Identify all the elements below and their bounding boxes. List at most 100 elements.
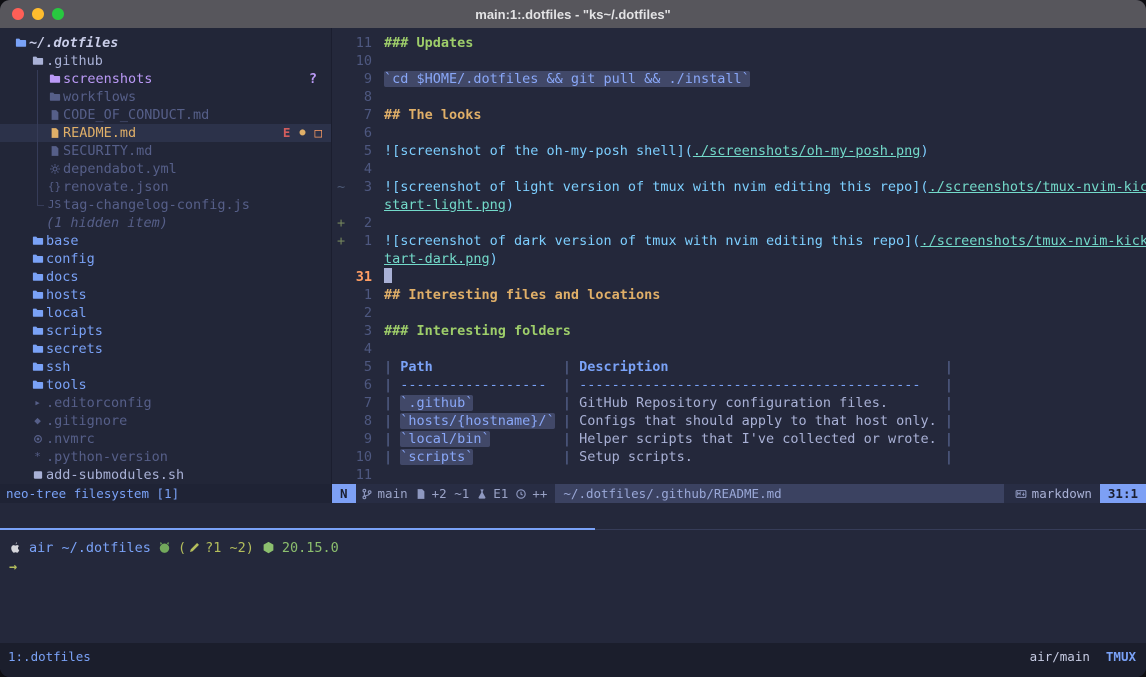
editor-line[interactable]: 9| `local/bin` | Helper scripts that I'v… [332,430,1146,448]
editor-line[interactable]: +1![screenshot of dark version of tmux w… [332,232,1146,250]
tree-item-add-submodules-sh[interactable]: add-submodules.sh [0,466,331,484]
tree-item-hosts[interactable]: hosts [0,286,331,304]
tree-item-ssh[interactable]: ssh [0,358,331,376]
tree-item-tools[interactable]: tools [0,376,331,394]
editor-line[interactable]: 2 [332,304,1146,322]
prompt-cwd-spacer [53,539,61,557]
line-text [372,340,1146,358]
editor-line[interactable]: 11 [332,466,1146,484]
line-text: | `.github` | GitHub Repository configur… [372,394,1146,412]
play-icon: ▸ [29,394,46,412]
line-text: | `local/bin` | Helper scripts that I've… [372,430,1146,448]
tree-item-scripts[interactable]: scripts [0,322,331,340]
terminal-window: main:1:.dotfiles - "ks~/.dotfiles" ~/.do… [0,0,1146,677]
tree-item-dependabot-yml[interactable]: dependabot.yml [0,160,331,178]
editor-line[interactable]: 5![screenshot of the oh-my-posh shell](.… [332,142,1146,160]
indent-guide [29,178,46,196]
tree-item-gitignore[interactable]: ◆.gitignore [0,412,331,430]
gutter-sign [332,88,348,106]
tree-item-security-md[interactable]: SECURITY.md [0,142,331,160]
gutter-sign [332,106,348,124]
editor-line[interactable]: 9`cd $HOME/.dotfiles && git pull && ./in… [332,70,1146,88]
tree-item-nvmrc[interactable]: .nvmrc [0,430,331,448]
tree-item-readme-md[interactable]: README.mdE●□ [0,124,331,142]
tree-item-screenshots[interactable]: screenshots? [0,70,331,88]
line-text: `cd $HOME/.dotfiles && git pull && ./ins… [372,70,1146,88]
git-branch-icon [361,488,373,500]
editor-line[interactable]: 6| ------------------ | ----------------… [332,376,1146,394]
editor-line[interactable]: 5| Path | Description | [332,358,1146,376]
line-number: 5 [348,358,372,376]
tree-item-label: docs [46,268,79,286]
editor-line[interactable]: tart-dark.png) [332,250,1146,268]
line-text: ![screenshot of the oh-my-posh shell](./… [372,142,1146,160]
editor-line[interactable]: 7| `.github` | GitHub Repository configu… [332,394,1146,412]
prompt-host: air [29,539,53,557]
line-number: 4 [348,340,372,358]
editor-line[interactable]: 4 [332,340,1146,358]
tree-item-local[interactable]: local [0,304,331,322]
tree-item-tag-changelog-config-js[interactable]: JStag-changelog-config.js [0,196,331,214]
tree-item-renovate-json[interactable]: {}renovate.json [0,178,331,196]
editor-line[interactable]: +2 [332,214,1146,232]
tree-item-1-hidden-item[interactable]: (1 hidden item) [0,214,331,232]
filetype: markdown [1032,485,1092,503]
editor-line[interactable]: 6 [332,124,1146,142]
titlebar[interactable]: main:1:.dotfiles - "ks~/.dotfiles" [0,0,1146,28]
editor-line[interactable]: start-light.png) [332,196,1146,214]
tree-item-label: README.md [63,124,136,142]
line-number: 11 [348,34,372,52]
line-text: ### Updates [372,34,1146,52]
line-number: 3 [348,178,372,196]
editor-line[interactable]: 10 [332,52,1146,70]
tree-item-dotfiles[interactable]: ~/.dotfiles [0,34,331,52]
js-icon: JS [46,196,63,214]
cursor-block [384,268,392,283]
editor-line[interactable]: 10| `scripts` | Setup scripts. | [332,448,1146,466]
editor-line[interactable]: 3### Interesting folders [332,322,1146,340]
tree-item-python-version[interactable]: *.python-version [0,448,331,466]
editor-buffer[interactable]: 11### Updates109`cd $HOME/.dotfiles && g… [332,28,1146,484]
tree-item-base[interactable]: base [0,232,331,250]
tmux-label: TMUX [1106,648,1136,666]
editor-pane[interactable]: 11### Updates109`cd $HOME/.dotfiles && g… [332,28,1146,503]
editor-line[interactable]: 8| `hosts/{hostname}/` | Configs that sh… [332,412,1146,430]
command-line-area[interactable] [0,503,1146,528]
indent-guide [29,70,46,88]
line-number: 31 [348,268,372,286]
editor-line[interactable]: 4 [332,160,1146,178]
gutter-sign [332,286,348,304]
editor-line[interactable]: 7## The looks [332,106,1146,124]
mode-indicator: N [332,484,356,503]
tree-item-docs[interactable]: docs [0,268,331,286]
editor-line[interactable]: ~3![screenshot of light version of tmux … [332,178,1146,196]
editor-line[interactable]: 1## Interesting files and locations [332,286,1146,304]
gutter-sign [332,268,348,286]
editor-line[interactable]: 8 [332,88,1146,106]
flask-icon [476,488,488,500]
folder-icon [29,361,46,373]
gutter-sign [332,376,348,394]
tree-item-github[interactable]: .github [0,52,331,70]
modified-dot-marker: ● [299,124,305,142]
tree-item-editorconfig[interactable]: ▸.editorconfig [0,394,331,412]
tree-item-workflows[interactable]: workflows [0,88,331,106]
neo-tree-statusline: neo-tree filesystem [1] [0,484,331,503]
clock-icon [515,488,527,500]
line-number: 9 [348,70,372,88]
shell-pane[interactable]: air ~/.dotfiles ( ?1 ~2) 20.15.0 → [0,530,1146,643]
markdown-icon [1015,488,1027,500]
gutter-sign [332,160,348,178]
tmux-session-tab[interactable]: 1:.dotfiles [8,648,91,666]
folder-icon [29,253,46,265]
tree-item-code-of-conduct-md[interactable]: CODE_OF_CONDUCT.md [0,106,331,124]
tree-item-label: ssh [46,358,70,376]
tree-item-config[interactable]: config [0,250,331,268]
indent-guide [29,196,46,214]
editor-line[interactable]: 31 [332,268,1146,286]
tree-item-secrets[interactable]: secrets [0,340,331,358]
doc-icon [46,127,63,139]
prompt-arrow: → [9,558,17,576]
tree-item-label: ~/.dotfiles [29,34,118,52]
editor-line[interactable]: 11### Updates [332,34,1146,52]
